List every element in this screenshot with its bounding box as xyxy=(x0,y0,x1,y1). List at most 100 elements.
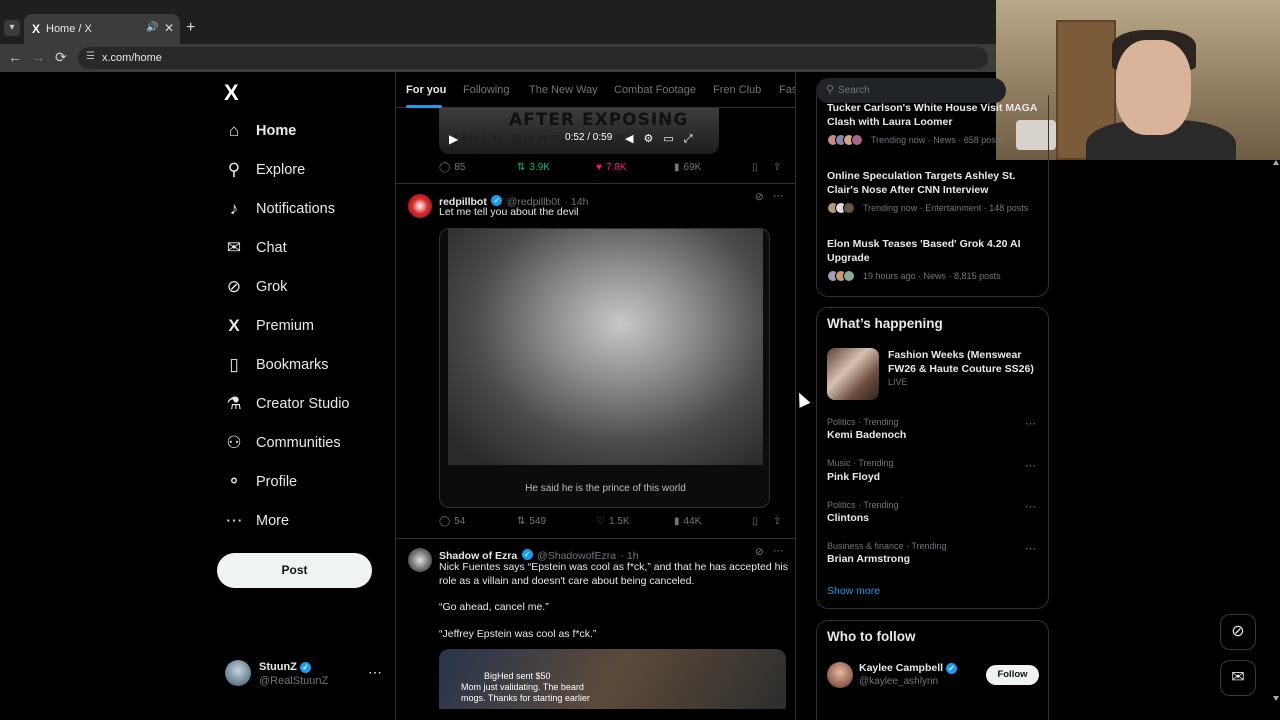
heart-icon: ♡ xyxy=(596,516,605,527)
view-count: 44K xyxy=(683,516,702,527)
news-avatars xyxy=(827,134,863,146)
forward-icon[interactable]: → xyxy=(31,49,45,65)
x-logo-icon[interactable]: X xyxy=(224,80,239,106)
post-video[interactable]: He said he is the prince of this world xyxy=(439,228,770,508)
grok-icon[interactable]: ⊘ xyxy=(755,546,764,558)
more-icon[interactable]: ⋯ xyxy=(773,190,784,202)
reply-count: 54 xyxy=(454,516,466,527)
trend-name[interactable]: Pink Floyd xyxy=(827,471,880,483)
account-name[interactable]: StuunZ ✓ xyxy=(259,661,311,673)
video-player[interactable]: AFTER EXPOSING CHILD PROTECTIVE SERVICES… xyxy=(439,108,719,154)
account-avatar[interactable] xyxy=(225,660,251,686)
trend-more-icon[interactable]: ⋯ xyxy=(1025,500,1036,513)
post-text: Nick Fuentes says “Epstein was cool as f… xyxy=(439,561,789,587)
trend-more-icon[interactable]: ⋯ xyxy=(1025,417,1036,430)
tab-audio-icon[interactable]: 🔊 xyxy=(146,22,158,33)
tab-close-icon[interactable]: ✕ xyxy=(164,21,174,35)
url-text[interactable]: x.com/home xyxy=(102,52,162,64)
reply-button[interactable]: ◯ 85 xyxy=(439,162,465,173)
video-controls[interactable]: ◀⚙▭⤢ xyxy=(625,132,703,146)
reply-button[interactable]: ◯ 54 xyxy=(439,516,465,527)
nav-grok[interactable]: ⊘ Grok xyxy=(224,271,288,303)
play-icon[interactable]: ▶ xyxy=(449,132,458,146)
like-button[interactable]: ♡ 1.5K xyxy=(596,516,630,527)
grok-fab-icon[interactable]: ⊘ xyxy=(1220,614,1256,650)
account-more-icon[interactable]: ⋯ xyxy=(368,664,382,681)
nav-communities[interactable]: ⚇ Communities xyxy=(224,427,340,459)
nav-label: Grok xyxy=(256,279,288,295)
news-meta: 19 hours ago · News · 8,815 posts xyxy=(863,271,1001,281)
site-info-icon[interactable]: ☰ xyxy=(86,51,95,62)
pip-icon[interactable]: ▭ xyxy=(663,133,683,145)
suggestion-avatar[interactable] xyxy=(827,662,853,688)
nav-notifications[interactable]: ♪ Notifications xyxy=(224,193,335,225)
repost-button[interactable]: ⇅ 549 xyxy=(517,516,546,527)
post-avatar[interactable] xyxy=(408,194,432,218)
grok-icon[interactable]: ⊘ xyxy=(755,191,764,203)
nav-premium[interactable]: X Premium xyxy=(224,310,314,342)
show-more-link[interactable]: Show more xyxy=(827,585,880,597)
share-button[interactable]: ⇧ xyxy=(773,516,781,527)
news-avatars xyxy=(827,270,855,282)
address-bar[interactable]: ☰ x.com/home xyxy=(78,47,988,69)
reload-icon[interactable]: ⟳ xyxy=(55,49,67,66)
post-button[interactable]: Post xyxy=(217,553,372,588)
nav-home[interactable]: ⌂ Home xyxy=(224,115,296,147)
page-scrollbar[interactable] xyxy=(1271,160,1280,705)
trend-name[interactable]: Brian Armstrong xyxy=(827,553,910,565)
views-button[interactable]: ▮ 69K xyxy=(674,162,701,173)
trend-name[interactable]: Kemi Badenoch xyxy=(827,429,906,441)
chart-icon: ▮ xyxy=(674,516,680,527)
share-button[interactable]: ⇧ xyxy=(773,162,781,173)
trend-more-icon[interactable]: ⋯ xyxy=(1025,459,1036,472)
trend-more-icon[interactable]: ⋯ xyxy=(1025,542,1036,555)
nav-more[interactable]: ⋯ More xyxy=(224,505,290,537)
nav-profile[interactable]: ⚬ Profile xyxy=(224,466,297,498)
messages-fab-icon[interactable]: ✉ xyxy=(1220,660,1256,696)
who-to-follow-title: Who to follow xyxy=(827,629,916,644)
news-title[interactable]: Online Speculation Targets Ashley St. Cl… xyxy=(827,170,1037,197)
like-button[interactable]: ♥ 7.8K xyxy=(596,162,627,173)
whats-happening-title: What’s happening xyxy=(827,316,943,331)
suggestion-name[interactable]: Kaylee Campbell ✓ xyxy=(859,662,957,674)
tab-following[interactable]: Following xyxy=(463,84,509,96)
news-meta: Trending now · News · 658 posts xyxy=(871,135,1003,145)
follow-button[interactable]: Follow xyxy=(986,665,1039,685)
bookmark-button[interactable]: ▯ xyxy=(752,516,758,527)
post-avatar[interactable] xyxy=(408,548,432,572)
nav-chat[interactable]: ✉ Chat xyxy=(224,232,287,264)
volume-icon[interactable]: ◀ xyxy=(625,133,643,145)
news-title[interactable]: Tucker Carlson's White House Visit MAGA … xyxy=(827,102,1047,129)
repost-button[interactable]: ⇅ 3.9K xyxy=(517,162,550,173)
trend-meta: Politics · Trending xyxy=(827,500,899,510)
settings-icon[interactable]: ⚙ xyxy=(643,133,663,145)
fullscreen-icon[interactable]: ⤢ xyxy=(684,133,703,145)
nav-creator-studio[interactable]: ⚗ Creator Studio xyxy=(224,388,349,420)
news-title[interactable]: Elon Musk Teases 'Based' Grok 4.20 AI Up… xyxy=(827,238,1037,265)
search-box[interactable]: ⚲ Search xyxy=(816,78,1006,103)
tab-fas[interactable]: Fas xyxy=(779,84,795,96)
news-avatars xyxy=(827,202,855,214)
nav-label: More xyxy=(256,513,290,529)
post-video[interactable]: BigHed sent $50 Mom just validating. The… xyxy=(439,649,786,709)
tab-the-new-way[interactable]: The New Way xyxy=(529,84,598,96)
event-title[interactable]: Fashion Weeks (Menswear FW26 & Haute Cou… xyxy=(888,349,1038,376)
search-input[interactable]: Search xyxy=(838,85,870,96)
more-icon[interactable]: ⋯ xyxy=(773,545,784,557)
bell-icon: ♪ xyxy=(229,199,239,218)
event-thumbnail[interactable] xyxy=(827,348,879,400)
nav-explore[interactable]: ⚲ Explore xyxy=(224,154,305,186)
new-tab-button[interactable]: + xyxy=(186,19,195,37)
browser-tab[interactable]: X Home / X 🔊 ✕ xyxy=(24,14,180,44)
bookmark-button[interactable]: ▯ xyxy=(752,162,758,173)
tab-for-you[interactable]: For you xyxy=(406,84,446,96)
tab-combat-footage[interactable]: Combat Footage xyxy=(614,84,696,96)
back-icon[interactable]: ← xyxy=(8,49,22,65)
trend-meta: Politics · Trending xyxy=(827,417,899,427)
trend-name[interactable]: Clintons xyxy=(827,512,869,524)
video-frame xyxy=(448,229,763,465)
nav-bookmarks[interactable]: ▯ Bookmarks xyxy=(224,349,328,381)
views-button[interactable]: ▮ 44K xyxy=(674,516,701,527)
tab-search-button[interactable]: ▾ xyxy=(4,20,20,36)
tab-fren-club[interactable]: Fren Club xyxy=(713,84,761,96)
